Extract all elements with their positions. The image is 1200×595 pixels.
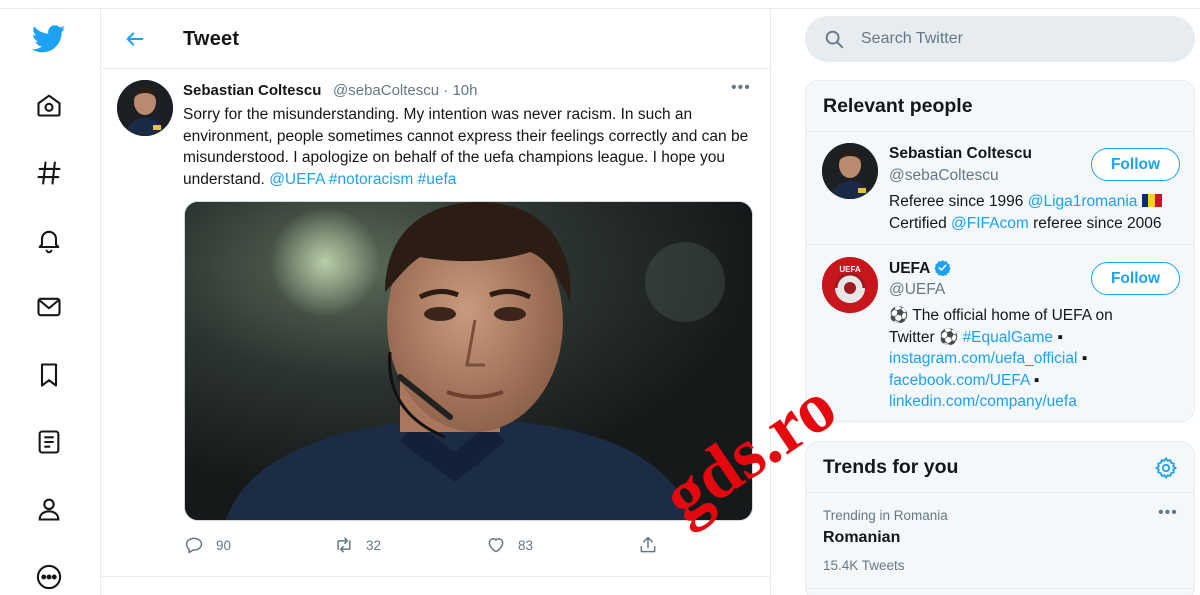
tweet-author-meta[interactable]: @sebaColtescu · 10h (333, 82, 477, 99)
trend-name[interactable]: Romanian (823, 529, 900, 547)
back-button[interactable] (119, 23, 151, 55)
profile-link[interactable]: facebook.com/UEFA (889, 372, 1029, 389)
bio-text: Referee since 1996 (889, 193, 1028, 210)
avatar[interactable] (117, 80, 173, 136)
home-icon[interactable] (26, 82, 72, 128)
person-name[interactable]: Sebastian Coltescu (889, 145, 1032, 163)
uefa-logo[interactable]: UEFA (822, 257, 878, 313)
search-icon (825, 30, 844, 49)
list-icon[interactable] (26, 419, 72, 465)
romania-flag-icon (1141, 194, 1162, 207)
mention-link[interactable]: @FIFAcom (951, 215, 1029, 232)
hashtag-link[interactable]: #EqualGame (963, 329, 1053, 346)
gear-icon[interactable] (1154, 456, 1178, 480)
person-bio: ⚽ The official home of UEFA on Twitter ⚽… (889, 305, 1149, 413)
divider (806, 588, 1194, 589)
verified-badge-icon (934, 260, 951, 277)
bookmark-icon[interactable] (26, 352, 72, 398)
search-bar[interactable]: Search Twitter (805, 16, 1195, 62)
person-name[interactable]: UEFA (889, 259, 951, 278)
tweet-more-icon[interactable]: ••• (731, 79, 751, 97)
bio-separator: ▪ (1029, 371, 1040, 389)
tweet-text: Sorry for the misunderstanding. My inten… (183, 104, 763, 190)
avatar[interactable] (822, 143, 878, 199)
divider (806, 244, 1194, 245)
person-icon[interactable] (26, 486, 72, 532)
person-name-text: UEFA (889, 260, 930, 277)
bell-icon[interactable] (26, 217, 72, 263)
hashtag-link[interactable]: #uefa (418, 171, 457, 188)
left-nav (0, 0, 100, 595)
trend-location: Trending in Romania (823, 508, 948, 523)
page-header: Tweet (101, 9, 771, 69)
uefa-logo-text: UEFA (839, 265, 861, 274)
mail-icon[interactable] (26, 284, 72, 330)
search-input[interactable]: Search Twitter (861, 30, 963, 48)
reply-count: 90 (216, 537, 232, 553)
retweet-count: 32 (366, 537, 382, 553)
trends-panel: Trends for you Trending in Romania ••• R… (805, 441, 1195, 595)
hashtag-link[interactable]: #notoracism (329, 171, 413, 188)
bio-text: Certified (889, 214, 952, 232)
panel-title: Relevant people (823, 95, 973, 117)
retweet-button[interactable]: 32 (334, 533, 381, 557)
person-bio: Referee since 1996 @Liga1romania Certifi… (889, 191, 1189, 234)
panel-title: Trends for you (823, 456, 959, 478)
trend-count: 15.4K Tweets (823, 558, 905, 573)
heart-icon (488, 538, 504, 553)
bio-separator: ▪ (1053, 328, 1063, 346)
share-icon (640, 536, 656, 553)
main-column: Tweet Sebastian Coltescu @sebaColtescu ·… (100, 9, 771, 595)
bio-separator: ▪ (1077, 350, 1088, 367)
mention-link[interactable]: @UEFA (269, 171, 324, 188)
share-button[interactable] (638, 533, 658, 557)
person-handle[interactable]: @UEFA (889, 281, 945, 299)
relevant-people-panel: Relevant people Sebastian Coltescu @seba… (805, 80, 1195, 422)
divider (806, 131, 1194, 132)
reply-button[interactable]: 90 (184, 533, 231, 557)
bio-text: referee since 2006 (1028, 214, 1162, 232)
arrow-left-icon (126, 32, 144, 46)
divider (806, 492, 1194, 493)
like-count: 83 (518, 537, 534, 553)
profile-link[interactable]: instagram.com/uefa_official (889, 350, 1077, 367)
like-button[interactable]: 83 (486, 533, 533, 557)
tweet-body: Sorry for the misunderstanding. My inten… (183, 106, 749, 188)
reply-icon (185, 537, 203, 554)
follow-button[interactable]: Follow (1091, 148, 1180, 181)
trend-more-icon[interactable]: ••• (1158, 504, 1178, 522)
follow-button[interactable]: Follow (1091, 262, 1180, 295)
mention-link[interactable]: @Liga1romania (1028, 193, 1138, 210)
more-circle-icon[interactable] (26, 554, 72, 595)
retweet-icon (337, 537, 351, 553)
page-title: Tweet (183, 28, 240, 50)
twitter-bird-icon[interactable] (26, 16, 72, 62)
profile-link[interactable]: linkedin.com/company/uefa (889, 393, 1077, 410)
tweet-actions: 90 32 83 (184, 533, 753, 557)
person-handle[interactable]: @sebaColtescu (889, 167, 999, 185)
tweet-author-name[interactable]: Sebastian Coltescu (183, 82, 321, 99)
hashtag-icon[interactable] (26, 150, 72, 196)
